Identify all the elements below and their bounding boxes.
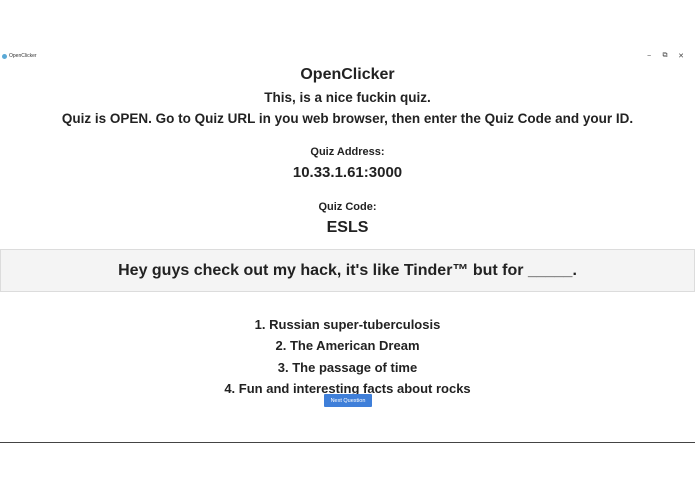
question-text: Hey guys check out my hack, it's like Ti… [118, 261, 577, 279]
quiz-name: This, is a nice fuckin quiz. [264, 90, 431, 105]
quiz-code-label: Quiz Code: [318, 201, 377, 213]
close-icon[interactable]: ✕ [673, 50, 689, 62]
bottom-divider [0, 442, 695, 443]
answer-option-3: 3. The passage of time [277, 359, 418, 375]
title-bar: OpenClicker − ⧉ ✕ [0, 50, 695, 62]
answer-list: 1. Russian super-tuberculosis 2. The Ame… [0, 314, 695, 399]
quiz-status-instructions: Quiz is OPEN. Go to Quiz URL in you web … [61, 111, 634, 126]
window-title: OpenClicker [9, 53, 37, 59]
answer-option-1: 1. Russian super-tuberculosis [254, 317, 441, 332]
window-identity: OpenClicker [2, 53, 37, 59]
minimize-icon[interactable]: − [641, 50, 657, 62]
app-logo-icon [2, 53, 7, 59]
app-heading: OpenClicker [300, 66, 395, 83]
quiz-address-label: Quiz Address: [310, 146, 385, 158]
restore-icon[interactable]: ⧉ [657, 50, 673, 62]
window-controls: − ⧉ ✕ [641, 50, 689, 62]
next-question-button[interactable]: Next Question [324, 394, 372, 407]
quiz-address-value: 10.33.1.61:3000 [292, 164, 403, 181]
quiz-code-value: ESLS [326, 219, 369, 236]
question-panel: Hey guys check out my hack, it's like Ti… [0, 249, 695, 292]
answer-option-2: 2. The American Dream [275, 338, 420, 354]
